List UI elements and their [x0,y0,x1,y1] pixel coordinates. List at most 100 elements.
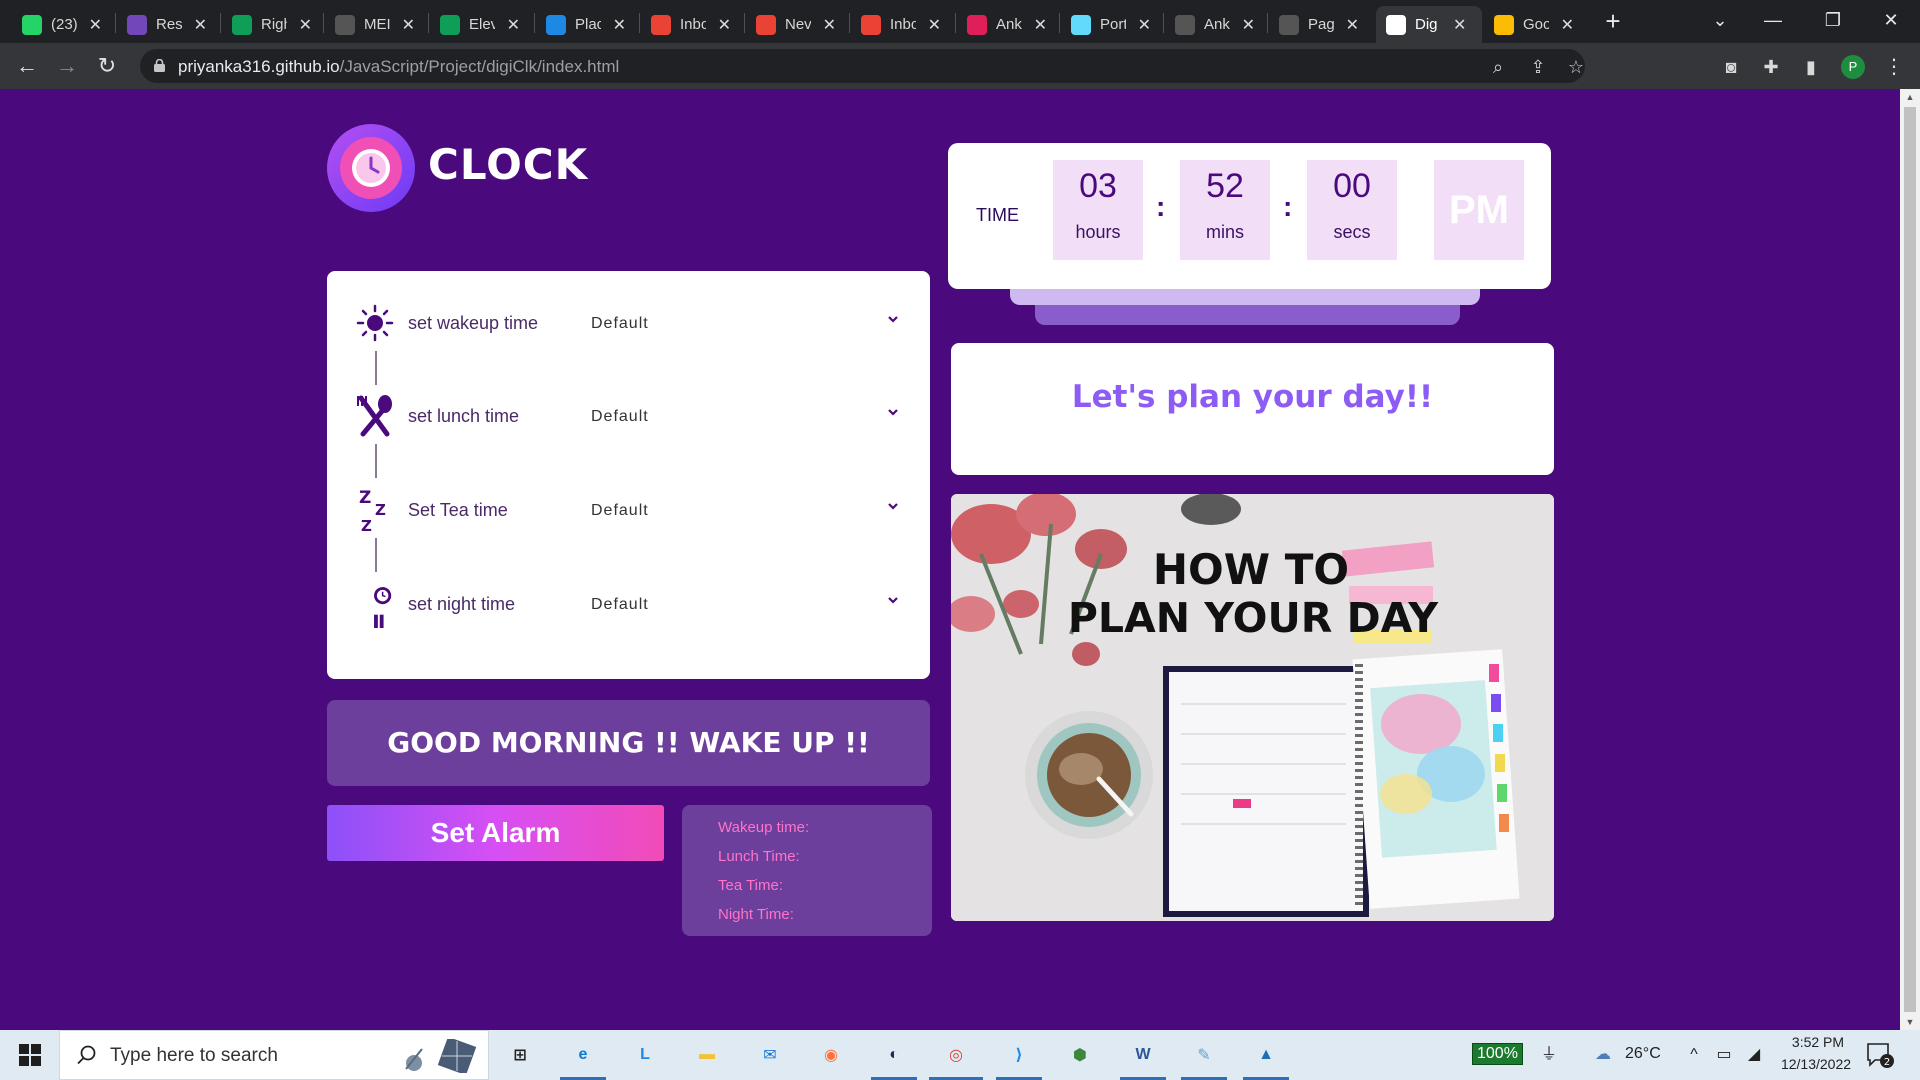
taskbar-clock-time[interactable]: 3:52 PM [1778,1034,1858,1050]
close-tab-icon[interactable]: ✕ [1561,15,1574,35]
chevron-down-icon[interactable] [885,404,901,420]
tab-separator [534,13,535,33]
taskbar-search-box[interactable]: Type here to search [59,1030,489,1080]
reload-icon[interactable]: ↻ [93,52,121,80]
timer-card-shadow [1010,287,1480,305]
timeline-divider [375,538,377,572]
task-view-icon[interactable]: ⊞ [503,1038,537,1072]
battery-percentage[interactable]: 100% [1472,1043,1523,1065]
browser-tab[interactable]: Goo ✕ [1484,6,1584,43]
set-alarm-button[interactable]: Set Alarm [327,805,664,861]
close-tab-icon[interactable]: ✕ [1346,15,1359,35]
close-tab-icon[interactable]: ✕ [194,15,207,35]
taskbar-clock-date[interactable]: 12/13/2022 [1770,1056,1862,1072]
close-tab-icon[interactable]: ✕ [928,15,941,35]
browser-menu-icon[interactable]: ⋮ [1884,54,1904,80]
gmail-icon [861,14,881,35]
wakeup-time-summary: Wakeup time: [718,819,810,836]
browser-tab[interactable]: Elev ✕ [430,6,530,43]
scroll-up-arrow-icon[interactable]: ▲ [1905,92,1915,102]
temperature-text[interactable]: 26°C [1625,1045,1661,1063]
camera-extension-icon[interactable]: ◙ [1718,54,1744,80]
notification-center-icon[interactable]: 2 [1866,1042,1894,1068]
browser-tab[interactable]: Inbo ✕ [851,6,951,43]
hours-unit: hours [1075,222,1121,242]
browser-tab[interactable]: Rest ✕ [117,6,217,43]
close-tab-icon[interactable]: ✕ [89,15,102,35]
address-bar[interactable]: priyanka316.github.io/JavaScript/Project… [140,49,1585,83]
extensions-puzzle-icon[interactable]: ✚ [1758,54,1784,80]
close-tab-icon[interactable]: ✕ [1034,15,1047,35]
chevron-down-icon[interactable] [885,592,901,608]
power-plug-icon[interactable]: ⏚ [1538,1044,1560,1066]
file-explorer-icon[interactable]: ▬ [690,1038,724,1072]
close-tab-icon[interactable]: ✕ [1138,15,1151,35]
browser-tab[interactable]: Port ✕ [1061,6,1161,43]
browser-tab[interactable]: Ank ✕ [1165,6,1265,43]
scroll-down-arrow-icon[interactable]: ▼ [1905,1017,1915,1027]
notepad-icon[interactable]: ✎ [1187,1038,1221,1072]
tab-search-chevron-icon[interactable]: ⌄ [1695,0,1745,40]
close-tab-icon[interactable]: ✕ [507,15,520,35]
cloud-weather-icon[interactable]: ☁ [1588,1044,1618,1066]
browser-tab[interactable]: Plac ✕ [536,6,636,43]
wakeup-time-select[interactable]: Default [591,315,649,333]
close-tab-icon[interactable]: ✕ [613,15,626,35]
tea-time-select[interactable]: Default [591,502,649,520]
close-tab-icon[interactable]: ✕ [299,15,312,35]
eclipse-icon[interactable]: ◐ [877,1038,911,1072]
close-tab-icon[interactable]: ✕ [1242,15,1255,35]
browser-tab[interactable]: Nev ✕ [746,6,846,43]
forward-arrow-icon[interactable]: → [53,52,81,80]
back-arrow-icon[interactable]: ← [13,52,41,80]
chevron-down-icon[interactable] [885,498,901,514]
nodejs-icon[interactable]: ⬢ [1063,1038,1097,1072]
browser-tab[interactable]: Ank ✕ [957,6,1057,43]
svg-text:Z: Z [359,488,371,508]
close-tab-icon[interactable]: ✕ [823,15,836,35]
photos-icon[interactable]: ▲ [1249,1038,1283,1072]
firefox-icon[interactable]: ◉ [814,1038,848,1072]
l-app-icon[interactable]: L [628,1038,662,1072]
gmail-icon [756,14,776,35]
edge-icon[interactable]: e [566,1038,600,1072]
word-icon[interactable]: W [1126,1038,1160,1072]
tab-title: Ank [1204,16,1230,33]
tray-expand-icon[interactable]: ^ [1683,1044,1705,1066]
scrollbar-thumb[interactable] [1904,107,1916,1012]
browser-tab[interactable]: (23) ✕ [12,6,112,43]
browser-tab[interactable]: Inbo ✕ [641,6,741,43]
lunch-time-select[interactable]: Default [591,408,649,426]
battery-icon[interactable]: ▭ [1713,1044,1735,1066]
profile-avatar[interactable]: P [1841,55,1865,79]
windows-start-icon[interactable] [19,1044,41,1066]
close-tab-icon[interactable]: ✕ [718,15,731,35]
night-time-select[interactable]: Default [591,596,649,614]
close-tab-icon[interactable]: ✕ [1453,15,1466,35]
new-tab-button[interactable]: + [1598,6,1628,36]
restore-button[interactable]: ❐ [1808,0,1858,40]
mail-icon[interactable]: ✉ [753,1038,787,1072]
zoom-icon[interactable]: ⌕ [1486,55,1510,79]
chrome-icon[interactable]: ◎ [939,1038,973,1072]
wifi-icon[interactable]: ◢ [1743,1044,1765,1066]
browser-tab[interactable]: Pag ✕ [1269,6,1369,43]
close-tab-icon[interactable]: ✕ [402,15,415,35]
chevron-down-icon[interactable] [885,311,901,327]
tab-title: Righ [261,16,287,33]
tab-title: Elev [469,16,495,33]
browser-tab[interactable]: Dig ✕ [1376,6,1482,43]
side-panel-icon[interactable]: ▮ [1798,54,1824,80]
vscode-icon[interactable]: ⟩ [1002,1038,1036,1072]
browser-tab[interactable]: MEI ✕ [325,6,425,43]
tab-separator [849,13,850,33]
bookmark-star-icon[interactable]: ☆ [1564,55,1588,79]
page-scrollbar[interactable]: ▲ ▼ [1900,89,1920,1030]
alarm-settings-card: set wakeup time Default set lunch time D… [327,271,930,679]
tea-time-summary: Tea Time: [718,877,784,894]
minimize-button[interactable]: — [1748,0,1798,40]
close-window-button[interactable]: ✕ [1866,0,1916,40]
secs-value: 00 [1333,167,1371,205]
share-icon[interactable]: ⇪ [1526,55,1550,79]
browser-tab[interactable]: Righ ✕ [222,6,322,43]
